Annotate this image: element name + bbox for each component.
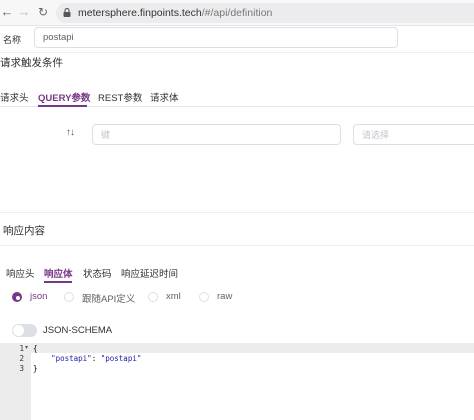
url-host: metersphere.finpoints.tech: [78, 7, 202, 19]
active-line-highlight: [0, 343, 474, 353]
url-text: metersphere.finpoints.tech/#/api/definit…: [78, 7, 272, 19]
code-line[interactable]: {: [33, 344, 38, 353]
radio-label: 跟随API定义: [82, 294, 136, 305]
reload-icon[interactable]: ↻: [36, 5, 50, 19]
json-separator: :: [91, 354, 101, 363]
line-number: 3: [19, 364, 24, 373]
browser-toolbar: ← → ↻ metersphere.finpoints.tech/#/api/d…: [0, 0, 474, 26]
tab-status-code[interactable]: 状态码: [83, 266, 112, 280]
radio-label: json: [30, 291, 48, 302]
sort-icon[interactable]: ↑↓: [66, 127, 75, 138]
param-key-input[interactable]: [92, 124, 341, 145]
tab-request-headers[interactable]: 请求头: [0, 90, 29, 104]
lock-icon: [63, 8, 71, 17]
tab-response-body[interactable]: 响应体: [44, 266, 73, 280]
code-line[interactable]: }: [33, 364, 38, 373]
active-tab-indicator: [44, 281, 72, 283]
code-line[interactable]: "postapi": "postapi": [33, 354, 141, 363]
json-key: "postapi": [51, 354, 92, 363]
radio-label: raw: [217, 291, 233, 302]
tab-query-params[interactable]: QUERY参数: [38, 90, 90, 104]
radio-dot[interactable]: [148, 292, 158, 302]
active-tab-indicator: [38, 105, 87, 107]
tab-rest-params[interactable]: REST参数: [98, 90, 142, 104]
divider: [0, 245, 474, 246]
radio-label: xml: [166, 291, 181, 302]
json-value: "postapi": [100, 354, 142, 363]
tab-response-delay[interactable]: 响应延迟时间: [121, 266, 178, 280]
name-label: 名称: [3, 35, 22, 45]
radio-dot[interactable]: [199, 292, 209, 302]
divider: [0, 212, 474, 213]
back-arrow-icon[interactable]: ←: [0, 5, 14, 19]
fold-arrow-icon[interactable]: ▾: [25, 344, 28, 351]
divider: [0, 52, 474, 53]
code-editor[interactable]: 1 ▾ 2 3 { "postapi": "postapi" }: [0, 343, 474, 420]
json-schema-toggle[interactable]: [12, 324, 37, 337]
json-schema-label: JSON-SCHEMA: [43, 325, 113, 336]
toggle-knob: [13, 325, 24, 336]
request-section-title: 请求触发条件: [0, 57, 63, 69]
line-number: 2: [19, 354, 24, 363]
name-input[interactable]: [34, 27, 398, 48]
radio-dot[interactable]: [64, 292, 74, 302]
response-section-title: 响应内容: [3, 225, 45, 237]
tab-request-body[interactable]: 请求体: [150, 90, 179, 104]
line-number: 1: [19, 344, 24, 353]
param-type-select[interactable]: [353, 124, 474, 145]
address-bar[interactable]: metersphere.finpoints.tech/#/api/definit…: [56, 3, 474, 23]
forward-arrow-icon[interactable]: →: [17, 5, 31, 19]
radio-dot[interactable]: [12, 292, 22, 302]
tab-response-headers[interactable]: 响应头: [6, 266, 35, 280]
url-path: /#/api/definition: [201, 7, 273, 19]
